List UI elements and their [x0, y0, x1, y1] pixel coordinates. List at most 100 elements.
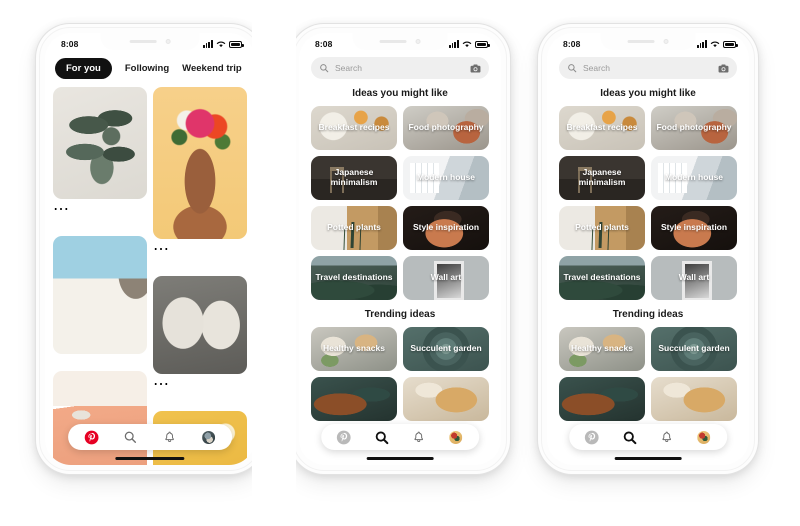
phone-mockup-2: 8:08 Search Ideas you might like Breakfa… [290, 24, 510, 474]
tab-for-you[interactable]: For you [55, 58, 112, 79]
nav-home-button[interactable] [81, 426, 103, 448]
avatar-icon[interactable] [697, 430, 711, 444]
nav-profile-button[interactable] [445, 426, 467, 448]
pin-overflow-icon[interactable]: ⋯ [53, 199, 147, 219]
status-indicators [202, 40, 244, 48]
pinterest-logo-icon[interactable] [84, 430, 99, 445]
avatar-icon[interactable] [201, 430, 215, 444]
idea-card-modern-house[interactable]: Modern house [651, 156, 737, 200]
nav-home-button[interactable] [333, 426, 355, 448]
bottom-nav-bar[interactable] [68, 424, 232, 450]
pin-item[interactable]: ⋯ [53, 87, 147, 219]
idea-card-bread[interactable] [559, 377, 645, 421]
idea-card-food-photography[interactable]: Food photography [651, 106, 737, 150]
pin-overflow-icon[interactable]: ⋯ [153, 239, 247, 259]
search-input[interactable]: Search [583, 63, 712, 73]
idea-card-succulent-garden[interactable]: Succulent garden [403, 327, 489, 371]
idea-card-breakfast-recipes[interactable]: Breakfast recipes [559, 106, 645, 150]
idea-card-travel-destinations[interactable]: Travel destinations [559, 256, 645, 300]
avatar-icon[interactable] [449, 430, 463, 444]
pin-image-dune[interactable] [53, 371, 147, 465]
status-indicators [696, 40, 738, 48]
camera-icon[interactable] [718, 63, 729, 73]
pin-image-white-house[interactable] [53, 236, 147, 354]
nav-profile-button[interactable] [197, 426, 219, 448]
nav-search-button[interactable] [370, 426, 392, 448]
idea-card-label: Food photography [656, 122, 732, 133]
idea-card-succulent-garden[interactable]: Succulent garden [651, 327, 737, 371]
nav-profile-button[interactable] [693, 426, 715, 448]
search-bar[interactable]: Search [559, 57, 737, 79]
search-icon [320, 64, 329, 73]
bell-icon[interactable] [660, 430, 673, 444]
wifi-icon [462, 41, 472, 47]
phone-1-screen: 8:08 For you Following Weekend trip Kitc… [45, 33, 255, 465]
idea-card-label: Travel destinations [563, 272, 641, 283]
tab-following[interactable]: Following [125, 63, 169, 74]
idea-card-japanese-minimalism[interactable]: Japanese minimalism [559, 156, 645, 200]
idea-card-potted-plants[interactable]: Potted plants [311, 206, 397, 250]
idea-card-label: Wall art [430, 272, 462, 283]
trending-grid: Healthy snacks Succulent garden [547, 327, 749, 421]
nav-notifications-button[interactable] [158, 426, 180, 448]
pin-overflow-icon[interactable]: ⋯ [153, 374, 247, 394]
pin-item[interactable]: ⋯ [153, 276, 247, 394]
idea-card-travel-destinations[interactable]: Travel destinations [311, 256, 397, 300]
phone-mockup-3: 8:08 Search Ideas you might like Breakfa… [538, 24, 758, 474]
signal-bars-icon [696, 40, 707, 48]
bottom-nav-bar[interactable] [569, 424, 727, 450]
search-bar[interactable]: Search [311, 57, 489, 79]
earpiece-speaker [129, 40, 157, 43]
wifi-icon [216, 41, 226, 47]
pin-image-flower-crown[interactable] [153, 87, 247, 239]
idea-card-style-inspiration[interactable]: Style inspiration [651, 206, 737, 250]
search-input[interactable]: Search [335, 63, 464, 73]
pin-image-rubber-plant[interactable] [53, 87, 147, 199]
idea-card-healthy-snacks[interactable]: Healthy snacks [559, 327, 645, 371]
idea-card-wall-art[interactable]: Wall art [651, 256, 737, 300]
battery-icon [475, 40, 490, 48]
idea-card-label: Food photography [408, 122, 484, 133]
idea-card-style-inspiration[interactable]: Style inspiration [403, 206, 489, 250]
search-icon[interactable] [622, 430, 637, 445]
idea-card-label: Modern house [416, 172, 476, 183]
status-time: 8:08 [61, 38, 79, 49]
pin-image-food-plate[interactable] [153, 276, 247, 374]
pin-item[interactable] [53, 236, 147, 354]
tab-weekend-trip[interactable]: Weekend trip [182, 63, 241, 74]
idea-card-bread[interactable] [311, 377, 397, 421]
idea-card-wall-art[interactable]: Wall art [403, 256, 489, 300]
bell-icon[interactable] [163, 430, 176, 444]
idea-card-pastry[interactable] [403, 377, 489, 421]
idea-card-label: Modern house [664, 172, 724, 183]
nav-search-button[interactable] [120, 426, 142, 448]
bottom-nav-bar[interactable] [321, 424, 479, 450]
idea-card-modern-house[interactable]: Modern house [403, 156, 489, 200]
camera-icon[interactable] [470, 63, 481, 73]
pin-item[interactable]: ⋯ [153, 87, 247, 259]
idea-card-pastry[interactable] [651, 377, 737, 421]
idea-card-label: Style inspiration [660, 222, 728, 233]
idea-card-potted-plants[interactable]: Potted plants [559, 206, 645, 250]
battery-icon [229, 40, 244, 48]
section-title-ideas: Ideas you might like [352, 88, 448, 99]
nav-home-button[interactable] [581, 426, 603, 448]
nav-notifications-button[interactable] [408, 426, 430, 448]
search-icon[interactable] [374, 430, 389, 445]
nav-notifications-button[interactable] [656, 426, 678, 448]
pin-item[interactable] [53, 371, 147, 465]
idea-card-label: Potted plants [575, 222, 629, 233]
feed-tab-bar[interactable]: For you Following Weekend trip Kitche [45, 52, 255, 87]
idea-card-food-photography[interactable]: Food photography [403, 106, 489, 150]
idea-card-healthy-snacks[interactable]: Healthy snacks [311, 327, 397, 371]
idea-card-label: Potted plants [327, 222, 381, 233]
idea-card-breakfast-recipes[interactable]: Breakfast recipes [311, 106, 397, 150]
idea-card-japanese-minimalism[interactable]: Japanese minimalism [311, 156, 397, 200]
section-title-trending: Trending ideas [612, 309, 684, 320]
pinterest-logo-icon[interactable] [336, 430, 351, 445]
nav-search-button[interactable] [618, 426, 640, 448]
search-icon[interactable] [124, 430, 138, 444]
bell-icon[interactable] [412, 430, 425, 444]
phone-mockup-1: 8:08 For you Following Weekend trip Kitc… [36, 24, 264, 474]
pinterest-logo-icon[interactable] [584, 430, 599, 445]
